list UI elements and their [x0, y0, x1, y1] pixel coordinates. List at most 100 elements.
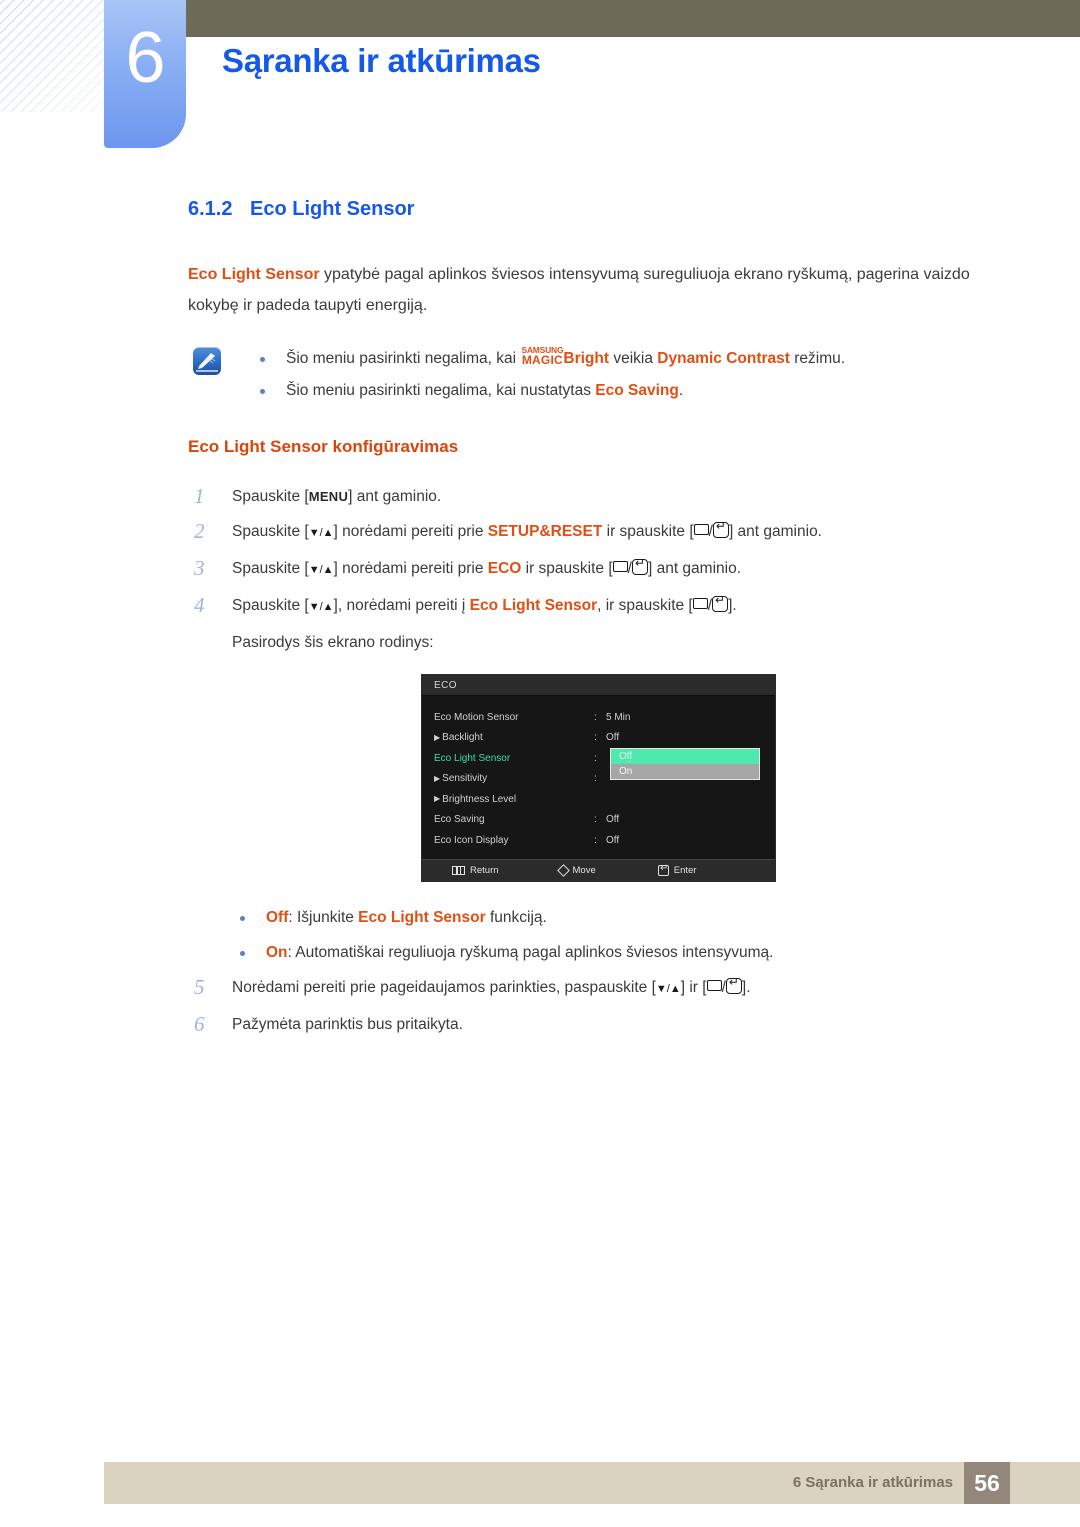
osd-row-label: ▶ Brightness Level: [434, 794, 594, 805]
osd-row-colon: :: [594, 773, 597, 785]
step-4-part-5: [692, 598, 708, 609]
chapter-title: Sąranka ir atkūrimas: [222, 42, 541, 79]
step-5-part-1: ▼/▲: [655, 983, 681, 995]
step-number: 4: [194, 593, 205, 617]
osd-footer-enter[interactable]: Enter: [657, 862, 697, 876]
osd-row-label-text: Brightness Level: [442, 793, 517, 805]
step-4-part-7: [712, 593, 729, 612]
menu-bars-icon: [452, 866, 465, 875]
chapter-number-tab: 6: [104, 0, 186, 148]
osd-dropdown[interactable]: Off On: [610, 748, 760, 780]
osd-row-label: Eco Motion Sensor: [434, 712, 594, 723]
step-5: 5 Norėdami pereiti prie pageidaujamos par…: [188, 970, 998, 1007]
osd-body: Eco Motion Sensor:5 Min ▶ Backlight: Off Eco…: [422, 696, 775, 860]
step-6-part-0: Pažymėta parinktis bus pritaikyta.: [232, 1016, 463, 1033]
step-3-part-5: [612, 561, 628, 572]
step-4-part-8: ].: [728, 597, 737, 614]
osd-row-colon: :: [594, 752, 597, 764]
note-block: Šio meniu pasirinkti negalima, kai SAMSU…: [188, 343, 998, 407]
step-1-part-1: MENU: [308, 489, 349, 504]
osd-row-value: Off: [606, 732, 620, 744]
step-2-part-5: [693, 524, 709, 535]
step-1-part-2: ] ant gaminio.: [348, 488, 442, 505]
step-5-part-5: [725, 975, 742, 994]
step4-followup: Pasirodys šis ekrano rodinys:: [232, 634, 434, 651]
osd-row-eco-motion-sensor[interactable]: Eco Motion Sensor:5 Min: [422, 707, 775, 728]
note2-post: .: [678, 382, 684, 399]
step-number: 5: [194, 975, 205, 999]
step-3-part-4: ir spauskite [: [521, 560, 613, 577]
osd-row-label-text: Backlight: [442, 732, 483, 744]
chevron-right-icon: ▶: [434, 794, 441, 804]
intro-paragraph: Eco Light Sensor ypatybė pagal aplinkos …: [188, 259, 993, 321]
step-number: 3: [194, 556, 205, 580]
osd-footer-return[interactable]: Return: [452, 865, 499, 876]
step-number: 1: [194, 484, 205, 508]
option-text: : Automatiškai reguliuoja ryškumą pagal …: [287, 944, 774, 961]
osd-row-label: Eco Saving: [434, 814, 594, 825]
note1-pre: Šio meniu pasirinkti negalima, kai: [286, 350, 521, 367]
footer-page-number: 56: [964, 1462, 1010, 1504]
osd-dropdown-option-on[interactable]: On: [611, 764, 759, 779]
osd-row-label-text: Eco Motion Sensor: [434, 711, 519, 723]
intro-keyword: Eco Light Sensor: [188, 266, 320, 283]
step-4: 4 Spauskite [▼/▲], norėdami pereiti į Eco…: [188, 588, 998, 625]
step-3: 3 Spauskite [▼/▲] norėdami pereiti prie E…: [188, 551, 998, 588]
step-1-part-0: Spauskite [: [232, 488, 309, 505]
magic-bright-suffix: Bright: [563, 350, 610, 367]
step-2-part-0: Spauskite [: [232, 523, 309, 540]
osd-row-brightness-level[interactable]: ▶ Brightness Level: [422, 789, 775, 810]
chapter-header: 6 Sąranka ir atkūrimas: [0, 0, 1080, 160]
page-content: 6.1.2 Eco Light Sensor Eco Light Sensor y…: [188, 198, 998, 1042]
osd-row-colon: :: [594, 711, 597, 723]
steps-list-main: 1 Spauskite [MENU] ant gaminio. 2 Spauskite…: [188, 479, 998, 625]
step-2-part-3: SETUP&RESET: [487, 523, 603, 540]
option-text-2: funkciją.: [485, 909, 547, 926]
osd-row-eco-icon-display[interactable]: Eco Icon Display: Off: [422, 830, 775, 851]
osd-row-backlight[interactable]: ▶ Backlight: Off: [422, 728, 775, 749]
step-3-part-8: ] ant gaminio.: [647, 560, 742, 577]
step-4-part-3: Eco Light Sensor: [469, 597, 598, 614]
step-2: 2 Spauskite [▼/▲] norėdami pereiti prie S…: [188, 514, 998, 551]
option-item-1: Off: Išjunkite Eco Light Sensor funkciją…: [188, 900, 998, 935]
step-3-part-2: ] norėdami pereiti prie: [333, 560, 488, 577]
step-1: 1 Spauskite [MENU] ant gaminio.: [188, 479, 998, 514]
osd-return-label: Return: [470, 865, 499, 876]
step-number: 2: [194, 519, 205, 543]
step-3-part-3: ECO: [487, 560, 522, 577]
osd-enter-label: Enter: [673, 865, 697, 876]
option-keyword-2: Eco Light Sensor: [358, 909, 486, 926]
section-heading: 6.1.2 Eco Light Sensor: [188, 198, 998, 221]
osd-row-label: Eco Icon Display: [434, 835, 594, 846]
osd-row-value: Off: [606, 834, 620, 846]
note2-pre: Šio meniu pasirinkti negalima, kai nusta…: [286, 382, 596, 399]
note1-keyword: Dynamic Contrast: [657, 350, 790, 367]
note1-mid: veikia: [609, 350, 658, 367]
osd-move-label: Move: [572, 865, 596, 876]
step-4-part-4: , ir spauskite [: [597, 597, 693, 614]
osd-row-label-text: Sensitivity: [442, 773, 488, 785]
note-list: Šio meniu pasirinkti negalima, kai SAMSU…: [188, 343, 998, 407]
option-text: : Išjunkite: [288, 909, 359, 926]
osd-row-colon: :: [594, 814, 597, 826]
step-2-part-2: ] norėdami pereiti prie: [333, 523, 488, 540]
osd-row-colon: :: [594, 732, 597, 744]
osd-row-eco-saving[interactable]: Eco Saving: Off: [422, 810, 775, 831]
osd-row-label-text: Eco Light Sensor: [434, 752, 511, 764]
osd-footer-move[interactable]: Move: [556, 864, 596, 877]
step-5-part-3: [706, 980, 722, 991]
osd-row-label-text: Eco Saving: [434, 814, 485, 826]
osd-row-label-text: Eco Icon Display: [434, 834, 509, 846]
step-3-part-7: [631, 556, 648, 575]
note1-post: režimu.: [789, 350, 846, 367]
osd-dropdown-option-off[interactable]: Off: [611, 749, 759, 764]
step-2-part-1: ▼/▲: [308, 527, 334, 539]
step-3-part-1: ▼/▲: [308, 564, 334, 576]
osd-row-value: Off: [606, 814, 620, 826]
step-3-part-0: Spauskite [: [232, 560, 309, 577]
osd-row-label: Eco Light Sensor: [434, 753, 594, 764]
enter-key-icon: [657, 862, 670, 876]
step-2-part-8: ] ant gaminio.: [728, 523, 822, 540]
note2-keyword: Eco Saving: [595, 382, 679, 399]
step-4-part-0: Spauskite [: [232, 597, 309, 614]
